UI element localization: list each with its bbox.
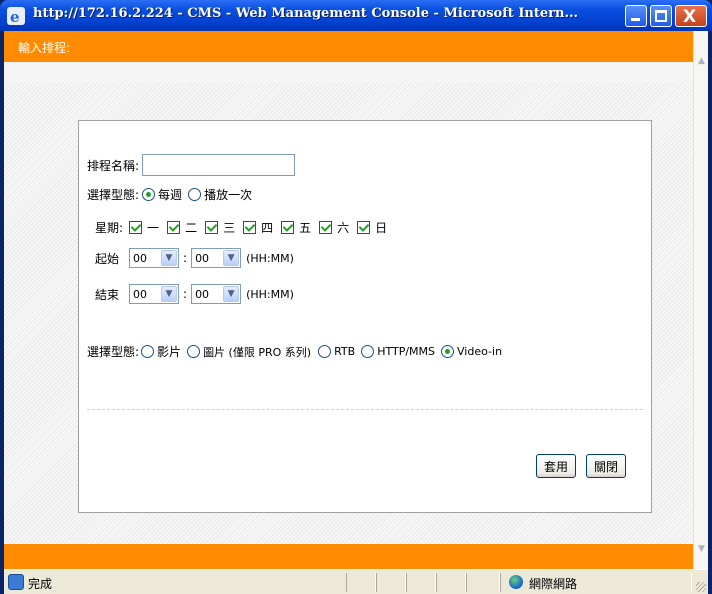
radio-http-mms[interactable] [361,345,375,358]
window-title: http://172.16.2.224 - CMS - Web Manageme… [33,6,579,21]
checkbox-thursday[interactable] [243,221,257,234]
time-separator: : [183,251,188,265]
radio-video-label: 影片 [157,345,182,359]
status-text: 完成 [28,577,53,591]
minimize-icon [631,18,640,21]
status-cell [466,573,500,592]
weekday-row: 星期: 一 二 三 四 五 六 日 [95,219,387,236]
chevron-down-icon: ▼ [161,286,178,302]
source-type-label: 選擇型態: [87,345,140,359]
end-hour-select[interactable]: 00 ▼ [129,284,180,304]
form-divider [87,409,643,410]
checkbox-wednesday-label: 三 [223,221,236,235]
radio-image-label: 圖片 (僅限 PRO 系列) [203,345,312,359]
radio-once-label: 播放一次 [204,188,253,202]
start-time-label: 起始 [95,251,120,266]
start-hour-select[interactable]: 00 ▼ [129,248,180,268]
vertical-scrollbar[interactable]: ▲ ▼ [693,31,708,569]
checkbox-sunday[interactable] [357,221,371,234]
page-status-icon [8,574,24,590]
schedule-type-row: 選擇型態: 每週 播放一次 [87,186,252,203]
time-separator: : [183,287,188,301]
chevron-down-icon: ▼ [161,250,178,266]
close-window-button[interactable]: X [675,5,707,27]
chevron-down-icon: ▼ [223,286,240,302]
status-bar: 完成 網際網路 [4,569,708,594]
page-title: 輸入排程: [18,41,71,55]
radio-weekly[interactable] [142,188,156,201]
radio-video-in-label: Video-in [457,345,503,358]
weekday-label: 星期: [95,221,124,235]
radio-image[interactable] [187,345,201,358]
title-bar[interactable]: e http://172.16.2.224 - CMS - Web Manage… [0,0,712,31]
close-button[interactable]: 關閉 [586,454,626,478]
radio-rtb-label: RTB [334,345,356,358]
start-minute-value: 00 [195,251,210,265]
browser-window: e http://172.16.2.224 - CMS - Web Manage… [0,0,712,594]
schedule-name-row: 排程名稱: [87,154,296,176]
radio-http-mms-label: HTTP/MMS [377,345,436,358]
security-zone-text: 網際網路 [529,577,578,591]
checkbox-saturday-label: 六 [337,221,350,235]
start-time-row: 起始 00 ▼ : 00 ▼ (HH:MM) [95,248,294,268]
close-icon: X [683,7,697,27]
radio-rtb[interactable] [318,345,332,358]
resize-grip-icon[interactable] [696,582,706,592]
maximize-button[interactable] [650,5,672,27]
end-time-row: 結束 00 ▼ : 00 ▼ (HH:MM) [95,284,294,304]
status-cell [346,573,376,592]
checkbox-thursday-label: 四 [261,221,274,235]
page-content: 輸入排程: 排程名稱: 選擇型態: 每週 播放一次 星期: 一 二 三 四 五 … [4,31,708,569]
status-cell [436,573,466,592]
source-type-row: 選擇型態: 影片 圖片 (僅限 PRO 系列) RTB HTTP/MMS Vid… [87,343,502,360]
end-time-label: 結束 [95,287,120,302]
checkbox-tuesday[interactable] [167,221,181,234]
status-cell [376,573,406,592]
time-format-hint: (HH:MM) [246,251,294,265]
ie-page-icon: e [7,7,25,26]
checkbox-friday[interactable] [281,221,295,234]
scroll-down-icon[interactable]: ▼ [694,541,709,557]
globe-icon [509,575,523,589]
scroll-up-icon[interactable]: ▲ [694,53,709,69]
schedule-type-label: 選擇型態: [87,188,140,202]
radio-video-in[interactable] [441,345,455,358]
checkbox-saturday[interactable] [319,221,333,234]
footer-bar [4,544,693,569]
schedule-form-panel: 排程名稱: 選擇型態: 每週 播放一次 星期: 一 二 三 四 五 六 日 起始… [78,120,652,513]
time-format-hint: (HH:MM) [246,287,294,301]
apply-button[interactable]: 套用 [536,454,576,478]
end-minute-value: 00 [195,287,210,301]
start-hour-value: 00 [133,251,148,265]
maximize-icon [655,10,667,22]
header-bar: 輸入排程: [4,31,693,82]
start-minute-select[interactable]: 00 ▼ [191,248,242,268]
end-hour-value: 00 [133,287,148,301]
checkbox-friday-label: 五 [299,221,312,235]
chevron-down-icon: ▼ [223,250,240,266]
checkbox-wednesday[interactable] [205,221,219,234]
svg-text:e: e [10,8,20,25]
radio-weekly-label: 每週 [158,188,183,202]
schedule-name-input[interactable] [142,154,296,176]
checkbox-tuesday-label: 二 [185,221,198,235]
radio-once[interactable] [188,188,202,201]
minimize-button[interactable] [625,5,647,27]
checkbox-monday-label: 一 [147,221,160,235]
status-cell [406,573,436,592]
checkbox-monday[interactable] [129,221,143,234]
end-minute-select[interactable]: 00 ▼ [191,284,242,304]
radio-video[interactable] [141,345,155,358]
schedule-name-label: 排程名稱: [87,158,140,173]
checkbox-sunday-label: 日 [375,221,388,235]
